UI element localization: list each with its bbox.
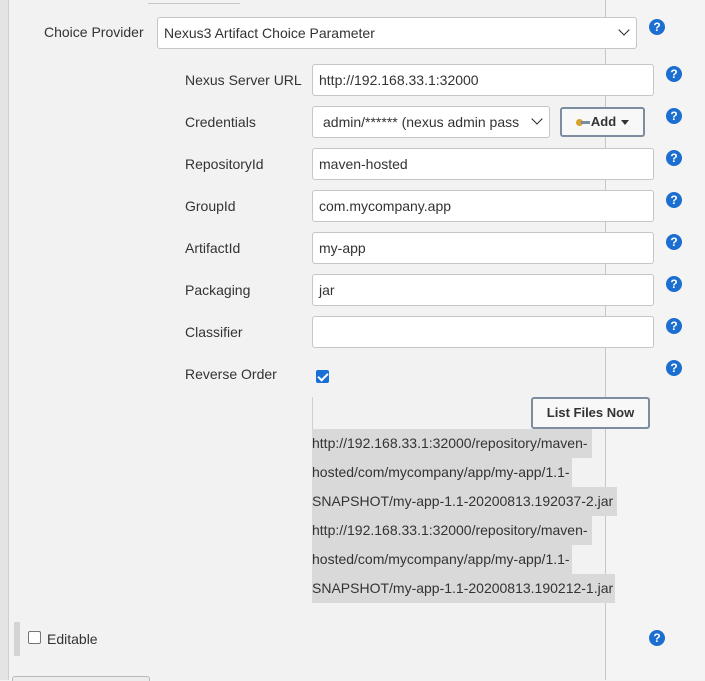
choice-provider-value: Nexus3 Artifact Choice Parameter — [164, 25, 375, 41]
group-id-input[interactable]: com.mycompany.app — [312, 190, 654, 222]
key-icon — [575, 119, 590, 127]
editable-section-bar — [14, 622, 20, 656]
add-button-label: Add — [590, 114, 617, 129]
reverse-order-label: Reverse Order — [185, 366, 277, 382]
help-icon-artifact-id[interactable]: ? — [666, 234, 682, 250]
result-line: hosted/com/mycompany/app/my-app/1.1- — [312, 545, 572, 574]
editable-checkbox[interactable] — [28, 631, 41, 644]
help-icon-credentials[interactable]: ? — [666, 108, 682, 124]
help-icon-editable[interactable]: ? — [649, 630, 665, 646]
caret-down-icon — [621, 120, 630, 126]
classifier-input[interactable] — [312, 316, 654, 348]
credentials-label: Credentials — [185, 114, 256, 130]
top-section-edge — [148, 0, 240, 4]
add-credentials-button[interactable]: Add — [560, 107, 645, 137]
help-icon-packaging[interactable]: ? — [666, 276, 682, 292]
next-section-edge — [12, 676, 150, 681]
classifier-label: Classifier — [185, 324, 243, 340]
repository-id-label: RepositoryId — [185, 156, 264, 172]
result-line: SNAPSHOT/my-app-1.1-20200813.192037-2.ja… — [312, 487, 618, 516]
choice-provider-label: Choice Provider — [44, 24, 144, 40]
result-line: http://192.168.33.1:32000/repository/mav… — [312, 429, 592, 458]
artifact-id-input[interactable]: my-app — [312, 232, 654, 264]
nexus-server-url-label: Nexus Server URL — [185, 72, 302, 88]
artifact-results-list: http://192.168.33.1:32000/repository/mav… — [312, 429, 618, 603]
choice-provider-select[interactable]: Nexus3 Artifact Choice Parameter — [157, 17, 637, 49]
result-line: hosted/com/mycompany/app/my-app/1.1- — [312, 458, 572, 487]
help-icon-group-id[interactable]: ? — [666, 192, 682, 208]
repository-id-input[interactable]: maven-hosted — [312, 148, 654, 180]
help-icon-choice-provider[interactable]: ? — [649, 19, 665, 35]
reverse-order-checkbox[interactable] — [316, 370, 329, 383]
group-id-label: GroupId — [185, 198, 236, 214]
help-icon-reverse-order[interactable]: ? — [666, 360, 682, 376]
packaging-input[interactable]: jar — [312, 274, 654, 306]
chevron-down-icon — [618, 24, 630, 36]
chevron-down-icon — [531, 113, 543, 125]
result-line: http://192.168.33.1:32000/repository/mav… — [312, 516, 592, 545]
help-icon-repository-id[interactable]: ? — [666, 150, 682, 166]
left-rail — [0, 0, 9, 680]
result-box-edge — [312, 397, 313, 429]
packaging-label: Packaging — [185, 282, 251, 298]
help-icon-nexus-server-url[interactable]: ? — [666, 66, 682, 82]
editable-label: Editable — [47, 631, 98, 647]
nexus-server-url-input[interactable]: http://192.168.33.1:32000 — [312, 64, 654, 96]
result-line: SNAPSHOT/my-app-1.1-20200813.190212-1.ja… — [312, 574, 616, 603]
checkmark-icon — [317, 370, 329, 382]
list-files-now-button[interactable]: List Files Now — [531, 397, 650, 429]
credentials-select[interactable]: admin/****** (nexus admin pass — [312, 106, 550, 138]
help-icon-classifier[interactable]: ? — [666, 318, 682, 334]
credentials-value: admin/****** (nexus admin pass — [323, 114, 520, 130]
artifact-id-label: ArtifactId — [185, 240, 241, 256]
